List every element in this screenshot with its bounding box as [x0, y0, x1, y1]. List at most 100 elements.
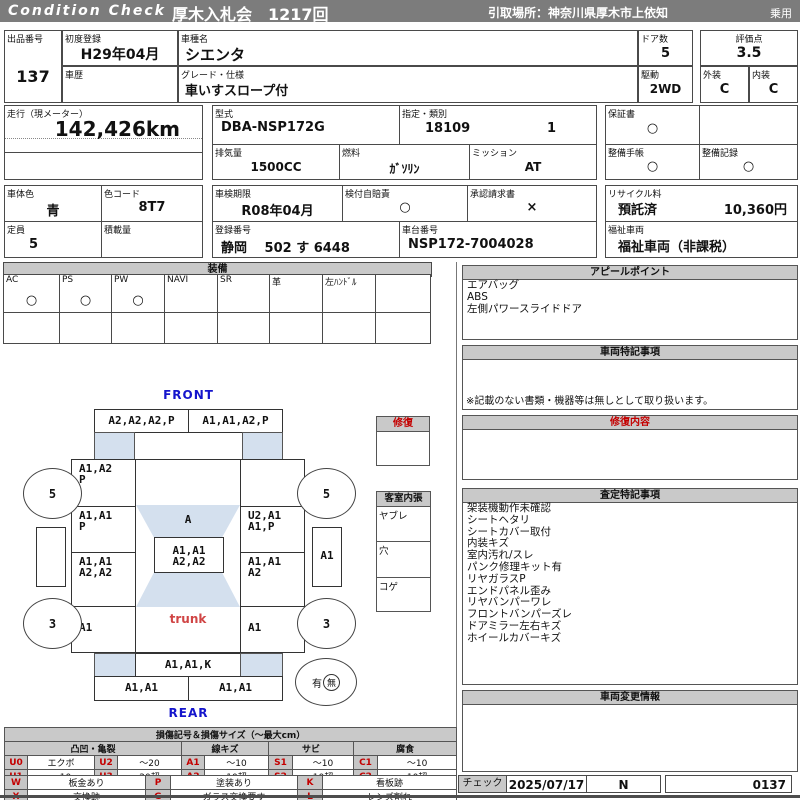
appeal-item: エアバッグ — [467, 279, 520, 291]
maintenance-record-mark: ○ — [742, 159, 755, 174]
model-name-cell: 車種名 シエンタ — [178, 30, 638, 66]
lot-number-label: 出品番号 — [7, 35, 44, 45]
right-front-fender — [240, 459, 305, 507]
legend-desc: 〜10 — [376, 755, 458, 770]
right-rear-door: A1,A1 A2 — [240, 552, 305, 607]
spare-no-circled: 無 — [323, 673, 340, 691]
body-color-cell: 車体色 青 — [4, 185, 102, 222]
divider — [5, 138, 202, 139]
welfare-label: 福祉車両 — [608, 226, 645, 236]
first-registration-value: H29年04月 — [80, 47, 160, 63]
transmission-cell: ミッション AT — [469, 144, 597, 180]
legend-title: 損傷記号＆損傷サイズ（〜最大cm） — [3, 727, 458, 742]
legend-code: S1 — [268, 755, 293, 770]
payload-cell: 積載量 — [101, 221, 203, 258]
cabin-lining-panel: 客室内張 ヤブレ 穴 コゲ — [376, 491, 431, 612]
vehicle-notes-header: 車両特記事項 — [463, 346, 797, 360]
doors-value: 5 — [660, 46, 671, 61]
center-column: A A1,A1 A2,A2 trunk — [135, 459, 241, 653]
legend-code: U0 — [4, 755, 28, 770]
first-registration-cell: 初度登録 H29年04月 — [62, 30, 178, 66]
assessment-panel: 査定特記事項 架装機動作未確認 シートヘタリ シートカバー取付 内装キズ 室内汚… — [462, 488, 798, 685]
class-number: 18109 — [425, 121, 471, 136]
insurance-cell: 検付自賠責 ○ — [342, 185, 468, 222]
score-label: 評価点 — [735, 35, 763, 45]
doors-label: ドア数 — [641, 35, 669, 45]
equip-empty — [322, 312, 376, 344]
grade-cell: グレード・仕様 車いすスロープ付 — [178, 66, 638, 103]
recycle-fee-cell: リサイクル料 預託済 10,360円 — [605, 185, 798, 222]
legend-desc: 塗装あり — [170, 775, 298, 790]
wheel-rear-right: 3 — [297, 598, 356, 649]
capacity-value: 5 — [29, 237, 39, 252]
equip-empty — [59, 312, 112, 344]
appeal-header: アピールポイント — [463, 266, 797, 280]
inspection-cell: 車検期限 R08年04月 — [212, 185, 343, 222]
right-front-door: U2,A1 A1,P — [240, 506, 305, 553]
cabin-lining-header: 客室内張 — [377, 492, 430, 507]
lining-row-tear: ヤブレ — [377, 507, 430, 542]
fuel-label: 燃料 — [342, 149, 361, 159]
change-info-header: 車両変更情報 — [463, 691, 797, 705]
legend-code: K — [297, 775, 323, 790]
equip-empty — [111, 312, 165, 344]
score-cell: 評価点 3.5 — [700, 30, 798, 66]
legend-group-dent: 凸凹・亀裂 — [4, 741, 182, 756]
equip-sr: SR — [217, 274, 270, 313]
exterior-grade-value: C — [719, 82, 730, 97]
vehicle-notes-panel: 車両特記事項 ※記載のない書類・機器等は無しとして取り扱います。 — [462, 345, 798, 410]
wheel-front-right: 5 — [297, 468, 356, 519]
color-code-value: 8T7 — [138, 200, 166, 215]
equip-lhd: 左ﾊﾝﾄﾞﾙ — [322, 274, 376, 313]
legend-desc: 〜10 — [292, 755, 354, 770]
front-label: FRONT — [163, 388, 214, 402]
mileage-cell: 走行（現メーター） 142,426km — [4, 105, 203, 180]
class-cell: 指定・類別 18109 1 — [399, 105, 597, 145]
check-date-cell: 2025/07/17 — [506, 775, 587, 793]
title-bar: Condition Check 厚木入札会 1217回 引取場所：神奈川県厚木市… — [0, 0, 800, 24]
legend-desc: 〜20 — [117, 755, 182, 770]
auction-title: 厚木入札会 1217回 — [172, 5, 329, 24]
right-quarter-panel: A1 — [240, 606, 305, 653]
spare-yes: 有 — [312, 678, 322, 690]
interior-grade-label: 内装 — [752, 71, 771, 81]
interior-grade-cell: 内装 C — [749, 66, 798, 103]
assessment-item: シートヘタリ — [467, 513, 530, 526]
repair-mini-header: 修復 — [377, 417, 429, 432]
legend-desc: 板金あり — [27, 775, 146, 790]
bottom-edge-bar — [0, 795, 800, 798]
registration-number-value: 静岡 502 す 6448 — [221, 241, 350, 256]
damage-diagram: FRONT A2,A2,A2,P A1,A1,A2,P A1,A2 P A1,A… — [0, 385, 460, 730]
color-code-label: 色コード — [104, 190, 141, 200]
check-date: 2025/07/17 — [508, 778, 585, 792]
pickup-location: 引取場所：神奈川県厚木市上依知 — [488, 6, 669, 20]
exterior-grade-label: 外装 — [703, 71, 722, 81]
legend-code: A1 — [181, 755, 205, 770]
approval-label: 承認請求書 — [470, 190, 516, 200]
front-bumper-left: A2,A2,A2,P — [94, 409, 189, 433]
vehicle-category: 乗用 — [770, 7, 792, 20]
registration-number-label: 登録番号 — [215, 226, 252, 236]
check-number-cell: 0137 — [665, 775, 792, 793]
legend-group-rust: サビ — [268, 741, 354, 756]
left-rear-door: A1,A1 A2,A2 — [71, 552, 136, 607]
check-code: N — [618, 778, 629, 792]
equip-empty — [217, 312, 270, 344]
rear-window — [136, 573, 240, 607]
rear-panel: A1,A1,K — [135, 653, 241, 677]
equip-leather: 革 — [269, 274, 323, 313]
transmission-label: ミッション — [472, 149, 518, 159]
registration-number-cell: 登録番号 静岡 502 す 6448 — [212, 221, 400, 258]
assessment-item: ホイールカバーキズ — [467, 631, 562, 644]
color-code-cell: 色コード 8T7 — [101, 185, 203, 222]
legend-group-scratch: 線キズ — [181, 741, 269, 756]
maintenance-book-cell: 整備手帳 ○ — [605, 144, 700, 180]
equip-pw: PW ○ — [111, 274, 165, 313]
equip-empty — [269, 312, 323, 344]
left-side-box — [36, 527, 66, 587]
equip-navi: NAVI — [164, 274, 218, 313]
empty-doc-cell — [699, 105, 798, 145]
taillight-left — [94, 653, 136, 677]
equip-extra — [375, 274, 431, 313]
inspection-label: 車検期限 — [215, 190, 252, 200]
